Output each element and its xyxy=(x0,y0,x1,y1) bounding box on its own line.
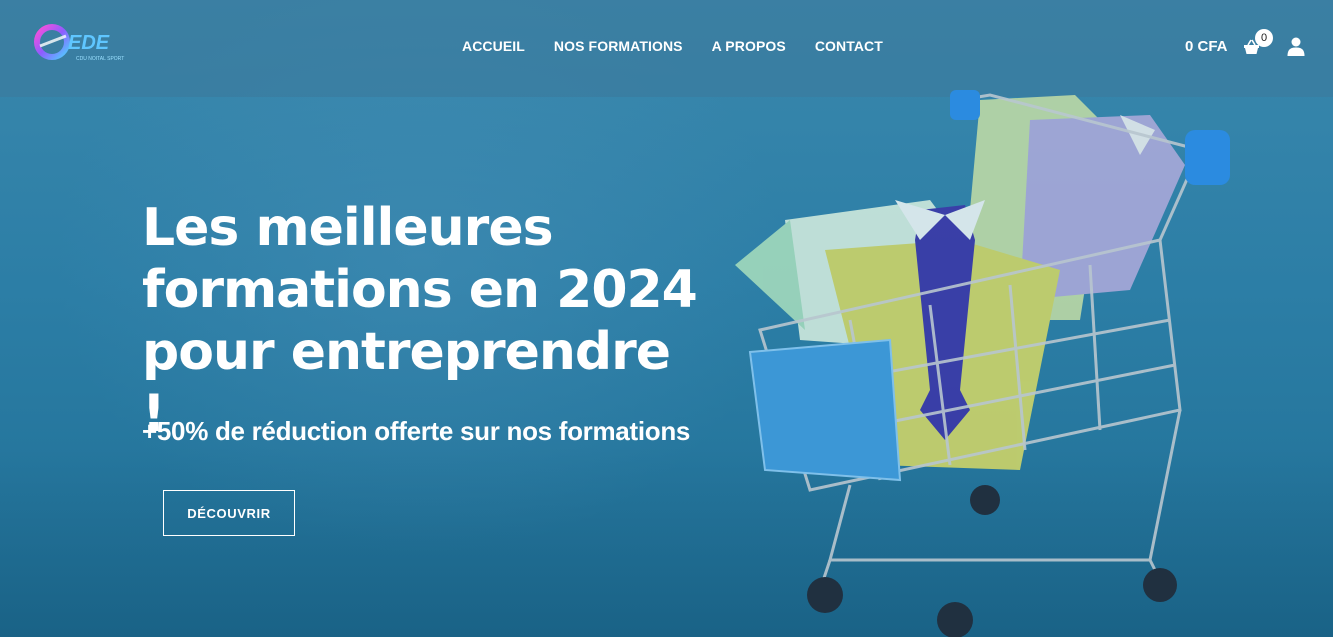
cart-total[interactable]: 0 CFA xyxy=(1185,38,1228,55)
nav-accueil[interactable]: ACCUEIL xyxy=(462,38,525,58)
nav-nos-formations[interactable]: NOS FORMATIONS xyxy=(554,38,683,58)
cart-count-badge: 0 xyxy=(1255,29,1273,47)
nav-a-propos[interactable]: A PROPOS xyxy=(712,38,786,58)
logo-text: EDE xyxy=(68,32,110,54)
logo[interactable]: EDE CDU NOITAL SPORT xyxy=(32,22,132,66)
user-icon[interactable] xyxy=(1287,37,1305,56)
hero-subline: +50% de réduction offerte sur nos format… xyxy=(142,416,691,446)
hero-headline: Les meilleures formations en 2024 pour e… xyxy=(142,198,698,444)
shopping-cart-illustration xyxy=(735,90,1230,637)
site-header: EDE CDU NOITAL SPORT ACCUEIL NOS FORMATI… xyxy=(0,0,1333,97)
logo-tagline: CDU NOITAL SPORT xyxy=(76,56,124,62)
nav-contact[interactable]: CONTACT xyxy=(815,38,883,58)
main-nav: ACCUEIL NOS FORMATIONS A PROPOS CONTACT xyxy=(462,38,883,58)
decouvrir-button[interactable]: DÉCOUVRIR xyxy=(163,490,295,536)
